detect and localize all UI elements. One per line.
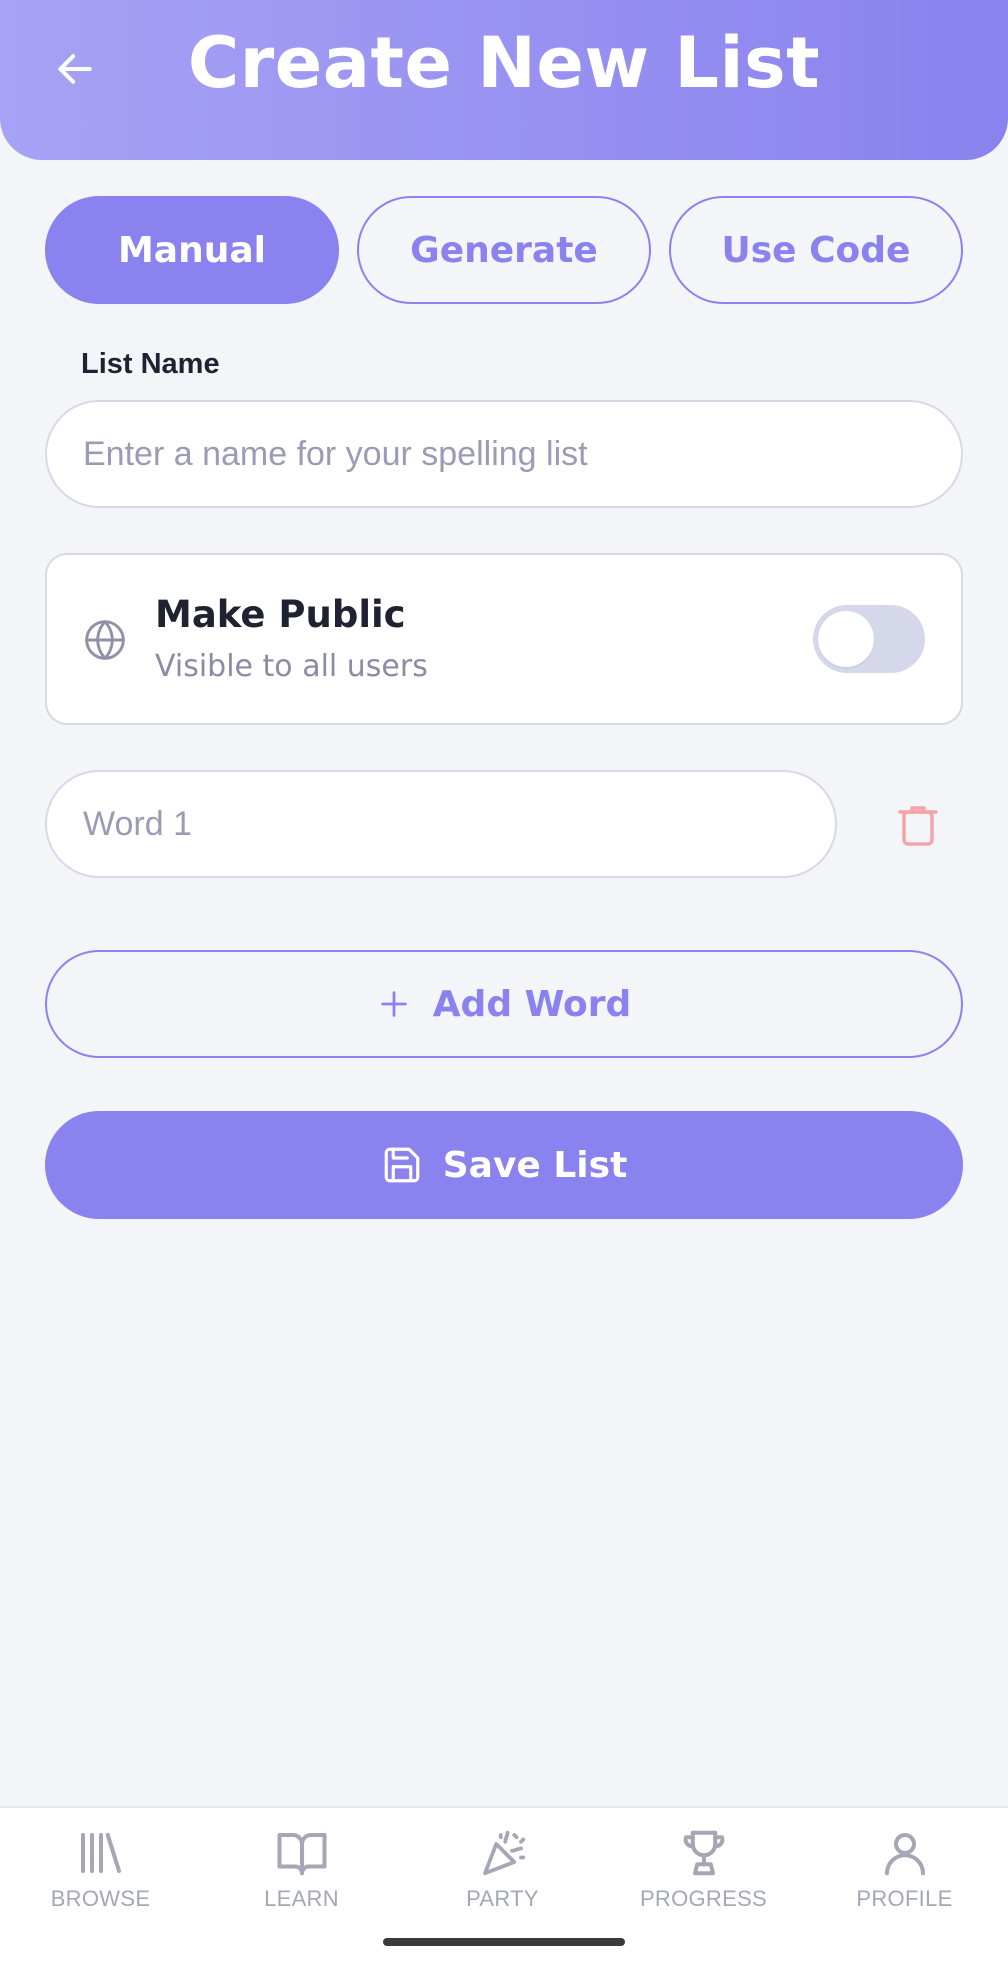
nav-label-profile: PROFILE bbox=[856, 1886, 953, 1911]
make-public-card: Make Public Visible to all users bbox=[45, 553, 963, 725]
list-name-input[interactable] bbox=[45, 400, 963, 508]
nav-label-learn: LEARN bbox=[264, 1886, 339, 1911]
save-icon bbox=[381, 1144, 423, 1186]
nav-item-party[interactable]: PARTY bbox=[402, 1826, 603, 1926]
book-open-icon bbox=[276, 1832, 327, 1876]
toggle-knob bbox=[818, 611, 874, 667]
nav-item-learn[interactable]: LEARN bbox=[201, 1826, 402, 1926]
library-icon bbox=[80, 1832, 121, 1874]
save-list-button[interactable]: Save List bbox=[45, 1111, 963, 1219]
nav-label-progress: PROGRESS bbox=[639, 1886, 768, 1911]
mode-tabs: Manual Generate Use Code bbox=[45, 196, 963, 304]
tab-use-code[interactable]: Use Code bbox=[669, 196, 963, 304]
add-word-button[interactable]: Add Word bbox=[45, 950, 963, 1058]
save-list-label: Save List bbox=[442, 1144, 628, 1186]
nav-item-progress[interactable]: PROGRESS bbox=[603, 1826, 804, 1926]
home-indicator bbox=[383, 1938, 625, 1946]
nav-item-profile[interactable]: PROFILE bbox=[804, 1826, 1005, 1926]
globe-icon bbox=[85, 620, 125, 660]
trophy-icon bbox=[683, 1830, 724, 1876]
nav-label-browse: BROWSE bbox=[50, 1886, 151, 1911]
party-popper-icon bbox=[482, 1830, 525, 1876]
nav-label-party: PARTY bbox=[466, 1886, 539, 1911]
word-1-input[interactable] bbox=[45, 770, 837, 878]
tab-manual[interactable]: Manual bbox=[45, 196, 339, 304]
user-icon bbox=[884, 1832, 925, 1876]
list-name-label: List Name bbox=[81, 348, 220, 380]
tab-generate[interactable]: Generate bbox=[357, 196, 651, 304]
trash-icon[interactable] bbox=[894, 800, 942, 848]
page-title: Create New List bbox=[187, 22, 821, 104]
app-header: Create New List bbox=[0, 0, 1008, 160]
make-public-title: Make Public bbox=[155, 593, 406, 636]
add-word-label: Add Word bbox=[432, 983, 632, 1025]
nav-item-browse[interactable]: BROWSE bbox=[0, 1826, 201, 1926]
make-public-toggle[interactable] bbox=[813, 605, 925, 673]
make-public-subtitle: Visible to all users bbox=[155, 649, 428, 684]
plus-icon bbox=[377, 987, 411, 1021]
